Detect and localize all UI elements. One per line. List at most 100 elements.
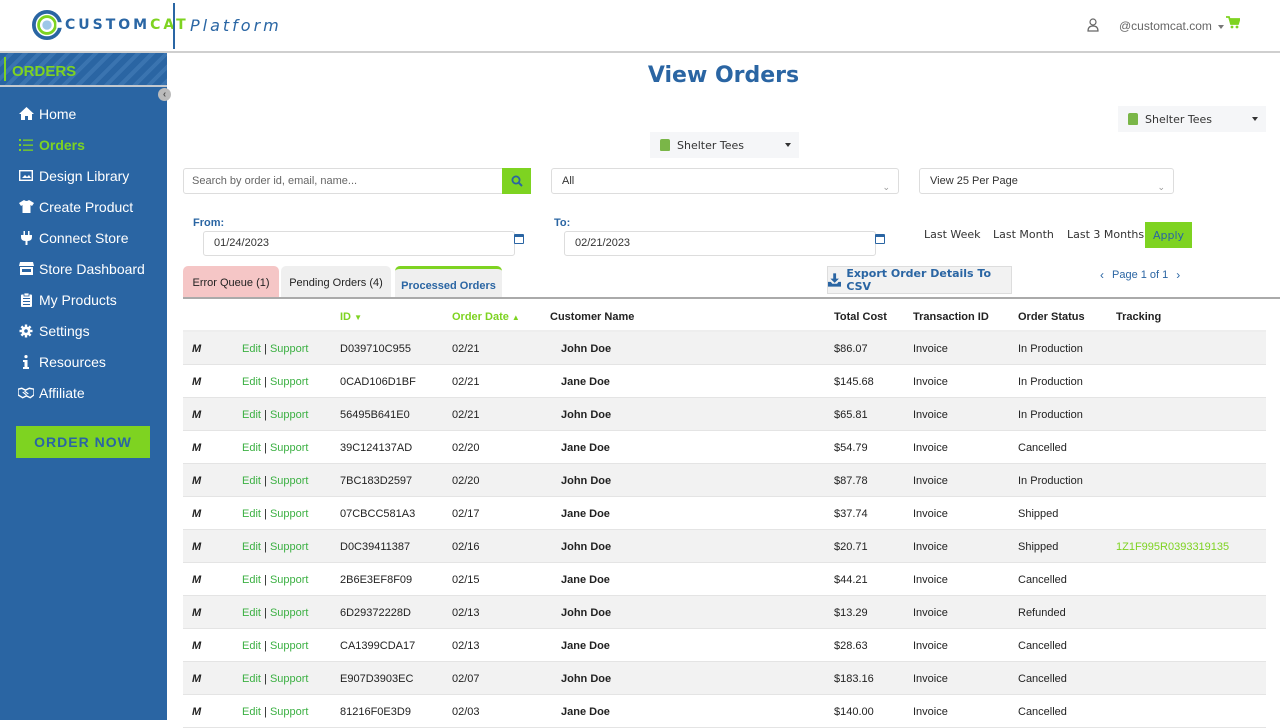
cart-icon[interactable] (1226, 16, 1240, 29)
edit-link[interactable]: Edit (242, 673, 261, 685)
sidebar-item-home[interactable]: Home (0, 98, 167, 129)
from-date-input[interactable]: 01/24/2023 (203, 231, 515, 256)
customer-name: Jane Doe (561, 640, 610, 652)
total-cost: $183.16 (834, 673, 874, 685)
order-id: 6D29372228D (340, 607, 411, 619)
row-actions: Edit | Support (242, 508, 309, 520)
order-type: M (192, 574, 202, 586)
support-link[interactable]: Support (270, 673, 309, 685)
sidebar-item-label: Orders (39, 136, 85, 153)
export-csv-button[interactable]: Export Order Details To CSV (827, 266, 1012, 294)
chevron-down-icon: ⌄ (882, 182, 890, 192)
last-month-button[interactable]: Last Month (993, 228, 1054, 241)
support-link[interactable]: Support (270, 409, 309, 421)
order-type: M (192, 442, 202, 454)
sidebar-item-my-products[interactable]: My Products (0, 284, 167, 315)
order-date: 02/07 (452, 673, 480, 685)
support-link[interactable]: Support (270, 640, 309, 652)
edit-link[interactable]: Edit (242, 343, 261, 355)
last-week-button[interactable]: Last Week (924, 228, 981, 241)
order-type: M (192, 376, 202, 388)
support-link[interactable]: Support (270, 508, 309, 520)
tab-pending-orders[interactable]: Pending Orders (4) (281, 266, 391, 298)
last-3-months-button[interactable]: Last 3 Months (1067, 228, 1144, 241)
support-link[interactable]: Support (270, 574, 309, 586)
edit-link[interactable]: Edit (242, 640, 261, 652)
tab-processed-orders[interactable]: Processed Orders (395, 266, 502, 298)
customer-name: Jane Doe (561, 574, 610, 586)
customcat-logo[interactable]: CUSTOMCAT (32, 9, 189, 41)
tab-error-queue[interactable]: Error Queue (1) (183, 266, 279, 298)
edit-link[interactable]: Edit (242, 607, 261, 619)
edit-link[interactable]: Edit (242, 706, 261, 718)
user-menu[interactable]: @customcat.com (1119, 19, 1224, 33)
order-status: Cancelled (1018, 673, 1067, 685)
calendar-icon[interactable] (875, 234, 885, 244)
support-link[interactable]: Support (270, 376, 309, 388)
support-link[interactable]: Support (270, 475, 309, 487)
sidebar-item-design-library[interactable]: Design Library (0, 160, 167, 191)
row-actions: Edit | Support (242, 541, 309, 553)
support-link[interactable]: Support (270, 607, 309, 619)
apply-button[interactable]: Apply (1145, 222, 1192, 248)
total-cost: $65.81 (834, 409, 868, 421)
customer-name: Jane Doe (561, 442, 610, 454)
transaction-id: Invoice (913, 475, 948, 487)
sidebar-item-affiliate[interactable]: Affiliate (0, 377, 167, 408)
transaction-id: Invoice (913, 541, 948, 553)
next-page-icon[interactable]: › (1176, 268, 1180, 282)
user-icon[interactable] (1087, 18, 1099, 32)
to-date-input[interactable]: 02/21/2023 (564, 231, 876, 256)
edit-link[interactable]: Edit (242, 409, 261, 421)
search-button[interactable] (502, 168, 531, 194)
customer-name: Jane Doe (561, 508, 610, 520)
status-filter-value: All (562, 175, 575, 187)
column-header-order-date[interactable]: Order Date ▲ (452, 311, 520, 323)
edit-link[interactable]: Edit (242, 508, 261, 520)
row-actions: Edit | Support (242, 607, 309, 619)
caret-down-icon (1252, 117, 1258, 121)
order-id: 0CAD106D1BF (340, 376, 416, 388)
table-row: M Edit | Support D039710C955 02/21 John … (183, 332, 1266, 365)
column-header-id[interactable]: ID ▼ (340, 311, 362, 323)
sidebar-item-store-dashboard[interactable]: Store Dashboard (0, 253, 167, 284)
table-row: M Edit | Support D0C39411387 02/16 John … (183, 530, 1266, 563)
per-page-select[interactable]: View 25 Per Page ⌄ (919, 168, 1174, 194)
order-status: Shipped (1018, 508, 1059, 520)
order-type: M (192, 508, 202, 520)
total-cost: $54.79 (834, 442, 868, 454)
store-select-top[interactable]: Shelter Tees (1118, 106, 1266, 132)
support-link[interactable]: Support (270, 541, 309, 553)
row-actions: Edit | Support (242, 574, 309, 586)
support-link[interactable]: Support (270, 442, 309, 454)
edit-link[interactable]: Edit (242, 442, 261, 454)
calendar-icon[interactable] (514, 234, 524, 244)
total-cost: $20.71 (834, 541, 868, 553)
logo-text-cat: CAT (150, 17, 189, 33)
support-link[interactable]: Support (270, 706, 309, 718)
order-id: 07CBCC581A3 (340, 508, 416, 520)
store-select-main[interactable]: Shelter Tees (650, 132, 799, 158)
sidebar-item-create-product[interactable]: Create Product (0, 191, 167, 222)
support-link[interactable]: Support (270, 343, 309, 355)
sidebar-item-connect-store[interactable]: Connect Store (0, 222, 167, 253)
prev-page-icon[interactable]: ‹ (1100, 268, 1104, 282)
tracking-link[interactable]: 1Z1F995R0393319135 (1116, 541, 1229, 553)
from-label: From: (193, 217, 225, 229)
sidebar-item-orders[interactable]: Orders (0, 129, 167, 160)
order-date: 02/03 (452, 706, 480, 718)
total-cost: $13.29 (834, 607, 868, 619)
edit-link[interactable]: Edit (242, 376, 261, 388)
edit-link[interactable]: Edit (242, 475, 261, 487)
image-icon (18, 168, 34, 184)
sidebar-item-settings[interactable]: Settings (0, 315, 167, 346)
order-now-button[interactable]: ORDER NOW (16, 426, 150, 458)
header-divider (173, 3, 175, 49)
edit-link[interactable]: Edit (242, 574, 261, 586)
search-input[interactable] (183, 168, 503, 194)
status-filter-select[interactable]: All ⌄ (551, 168, 899, 194)
edit-link[interactable]: Edit (242, 541, 261, 553)
caret-down-icon (785, 143, 791, 147)
sidebar-item-resources[interactable]: Resources (0, 346, 167, 377)
sidebar-item-label: Resources (39, 353, 106, 370)
